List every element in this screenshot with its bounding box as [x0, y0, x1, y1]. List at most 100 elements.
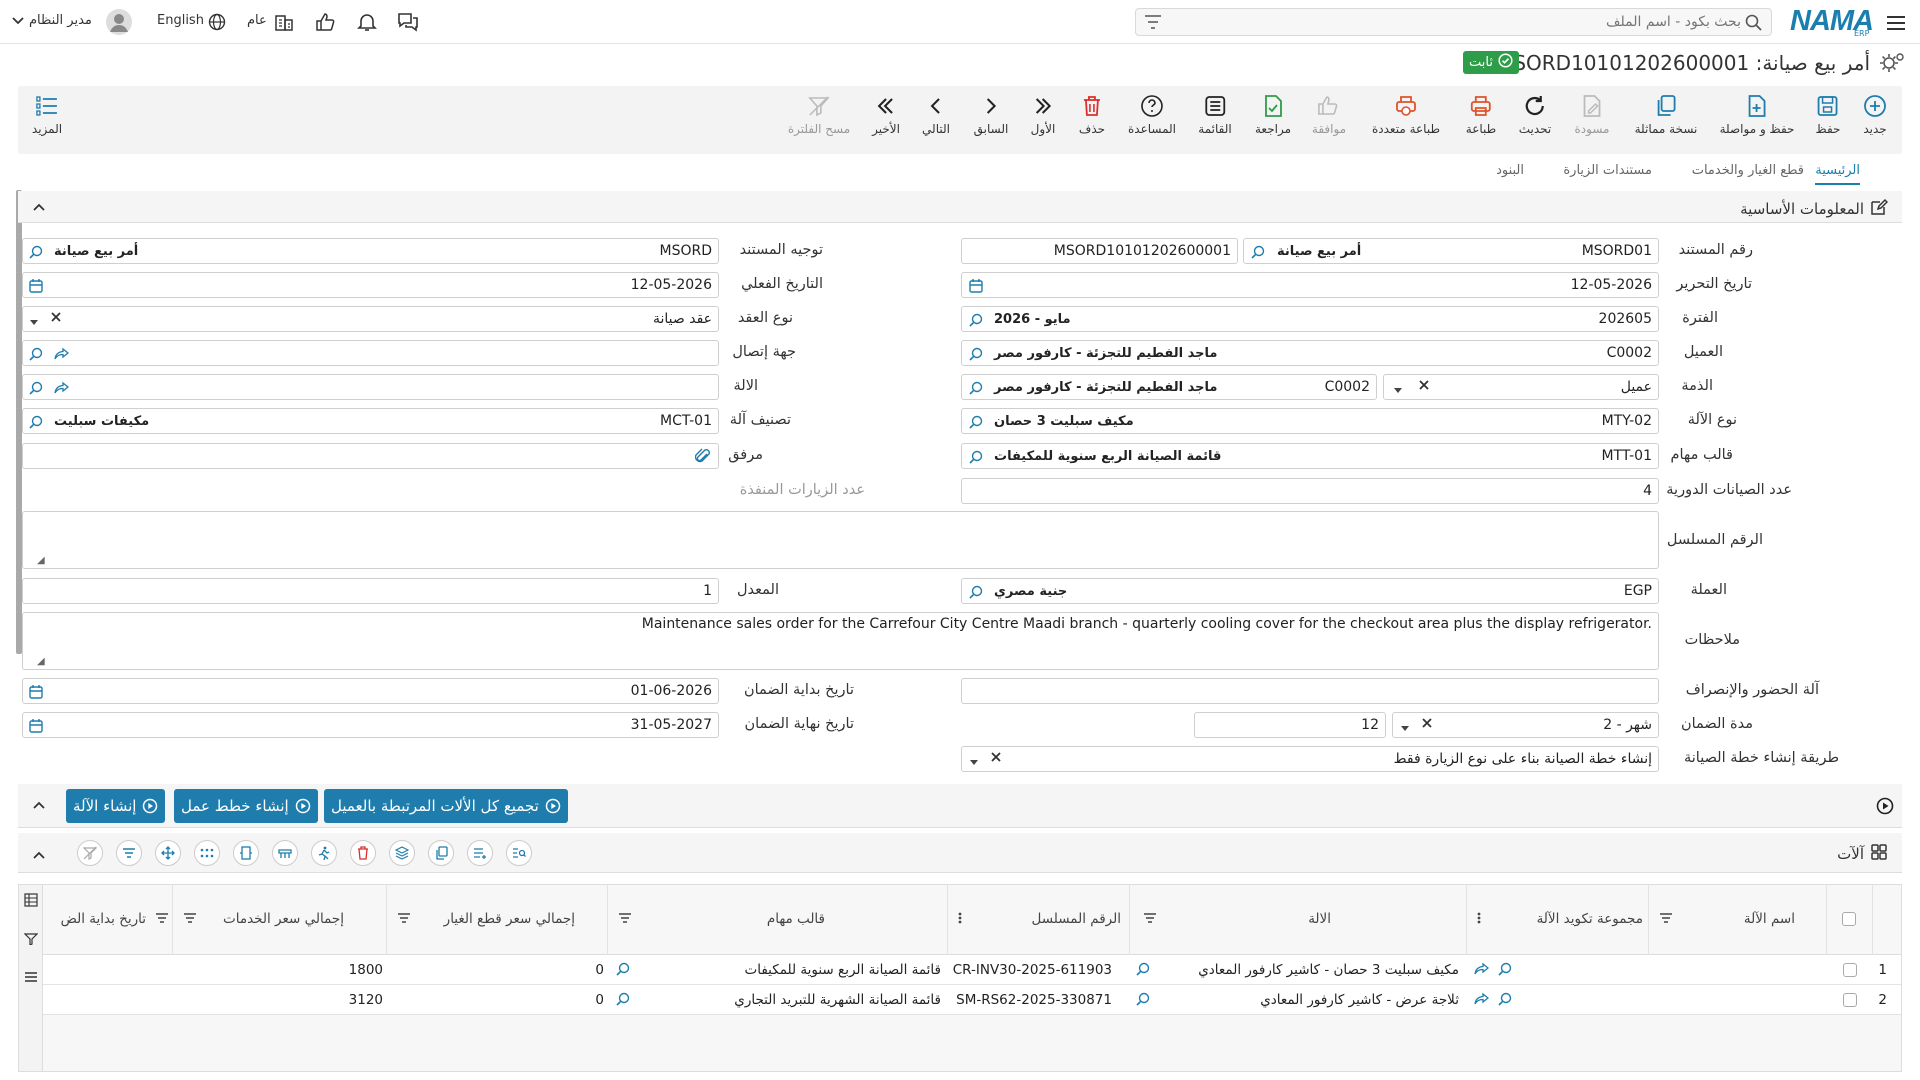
copy-icon[interactable] [428, 840, 454, 866]
attendance-machine-field[interactable] [961, 678, 1659, 704]
resize-handle-icon[interactable]: ◢ [37, 656, 45, 667]
save-continue-button[interactable]: حفظ و مواصلة [1720, 94, 1794, 136]
grid-header-serial[interactable]: الرقم المسلسل [948, 885, 1130, 955]
clear-filter-button[interactable]: مسح الفلترة [788, 94, 850, 136]
create-work-plans-button[interactable]: إنشاء خطط عمل [174, 789, 318, 823]
dots-grid-icon[interactable] [194, 840, 220, 866]
grid-header-machine-name[interactable]: اسم الآلة [1649, 885, 1827, 955]
bell-icon[interactable] [355, 11, 379, 33]
search-list-icon[interactable] [506, 840, 532, 866]
approve-button[interactable]: موافقة [1312, 94, 1346, 136]
row-checkbox[interactable] [1843, 963, 1857, 977]
grid-header-warranty-start[interactable]: تاريخ بداية الض [43, 885, 173, 955]
chevron-up-icon[interactable] [32, 848, 46, 864]
tab-items[interactable]: البنود [1496, 163, 1524, 178]
machine-field[interactable] [22, 374, 719, 400]
chat-icon[interactable] [396, 11, 420, 33]
lookup-icon[interactable] [1497, 991, 1513, 1011]
lookup-icon[interactable] [968, 312, 984, 332]
table-row[interactable]: 2 ثلاجة عرض - كاشير كارفور المعادي SM-RS… [43, 985, 1901, 1015]
lookup-icon[interactable] [968, 449, 984, 469]
period-field[interactable]: 202605 2026 - مايو [961, 306, 1659, 332]
doc-direction-field[interactable]: MSORD أمر بيع صيانة [22, 238, 719, 264]
doc-number-type-field[interactable]: MSORD01 أمر بيع صيانة [1243, 238, 1659, 264]
filter-lines-icon[interactable] [116, 840, 142, 866]
share-icon[interactable] [1473, 991, 1490, 1011]
help-button[interactable]: المساعدة [1128, 94, 1176, 136]
create-machine-button[interactable]: إنشاء الآلة [66, 789, 166, 823]
grid-header-task-template[interactable]: قالب مهام [608, 885, 948, 955]
grid-header-machine-group[interactable]: مجموعة تكويد الآلة [1467, 885, 1649, 955]
machine-type-field[interactable]: MTY-02 مكيف سبليت 3 حصان [961, 408, 1659, 434]
lookup-icon[interactable] [615, 991, 631, 1011]
play-circle-icon[interactable] [1876, 797, 1894, 819]
move-icon[interactable] [155, 840, 181, 866]
language-switch[interactable]: English [157, 13, 204, 28]
attachment-field[interactable] [22, 443, 719, 469]
share-icon[interactable] [53, 380, 70, 400]
search-input[interactable] [1176, 12, 1741, 32]
chevron-down-icon[interactable] [12, 14, 24, 30]
select-all-checkbox[interactable] [1842, 912, 1856, 926]
thumbs-up-icon[interactable] [313, 11, 337, 33]
periodic-count-field[interactable]: 4 [961, 478, 1659, 504]
share-icon[interactable] [53, 346, 70, 366]
refresh-button[interactable]: تحديث [1519, 94, 1551, 136]
currency-field[interactable]: EGP جنية مصري [961, 578, 1659, 604]
dropdown-caret-icon[interactable] [29, 315, 39, 331]
row-checkbox[interactable] [1843, 993, 1857, 1007]
machine-class-field[interactable]: MCT-01 مكيفات سبليت [22, 408, 719, 434]
trash-icon[interactable] [350, 840, 376, 866]
review-button[interactable]: مراجعة [1255, 94, 1291, 136]
run-icon[interactable] [311, 840, 337, 866]
layers-icon[interactable] [389, 840, 415, 866]
calendar-icon[interactable] [28, 718, 44, 738]
grid-header-services-total[interactable]: إجمالي سعر الخدمات [173, 885, 387, 955]
lookup-icon[interactable] [1135, 961, 1151, 981]
paperclip-icon[interactable] [694, 448, 711, 470]
table-insert-icon[interactable] [272, 840, 298, 866]
filter-icon[interactable] [23, 933, 39, 949]
chevron-up-icon[interactable] [32, 200, 46, 216]
dropdown-caret-icon[interactable] [969, 755, 979, 771]
warranty-end-field[interactable]: 31-05-2027 [22, 712, 719, 738]
column-filter-icon[interactable] [183, 912, 197, 928]
account-type-select[interactable]: عميل [1383, 374, 1659, 400]
task-template-field[interactable]: MTT-01 قائمة الصيانة الربع سنوية للمكيفا… [961, 443, 1659, 469]
more-button[interactable]: المزيد [32, 94, 62, 136]
column-menu-icon[interactable] [1477, 912, 1481, 928]
calendar-icon[interactable] [968, 278, 984, 298]
chevron-up-icon[interactable] [32, 798, 46, 814]
lookup-icon[interactable] [968, 346, 984, 366]
customer-field[interactable]: C0002 ماجد الفطيم للتجزئة - كارفور مصر [961, 340, 1659, 366]
actual-date-field[interactable]: 12-05-2026 [22, 272, 719, 298]
notes-textarea[interactable]: Maintenance sales order for the Carrefou… [22, 612, 1659, 670]
multi-print-button[interactable]: طباعة متعددة [1372, 94, 1440, 136]
dropdown-caret-icon[interactable] [1393, 383, 1403, 399]
clear-filter-icon[interactable] [77, 840, 103, 866]
hamburger-icon[interactable] [24, 971, 38, 987]
clear-x-icon[interactable] [1420, 716, 1434, 734]
share-icon[interactable] [1473, 961, 1490, 981]
lookup-icon[interactable] [1497, 961, 1513, 981]
collect-machines-button[interactable]: تجميع كل الألات المرتبطة بالعميل [324, 789, 568, 823]
list-button[interactable]: القائمة [1198, 94, 1232, 136]
basic-info-header[interactable]: المعلومات الأساسية [18, 191, 1902, 223]
table-settings-icon[interactable] [24, 893, 38, 911]
column-filter-icon[interactable] [397, 912, 411, 928]
column-width-icon[interactable] [233, 840, 259, 866]
draft-button[interactable]: مسودة [1575, 94, 1609, 136]
contact-field[interactable] [22, 340, 719, 366]
building-icon[interactable] [272, 11, 296, 33]
clear-x-icon[interactable] [989, 750, 1003, 768]
user-name[interactable]: مدير النظام [29, 13, 92, 28]
contract-type-select[interactable]: عقد صيانة [22, 306, 719, 332]
calendar-icon[interactable] [28, 278, 44, 298]
nama-erp-logo[interactable]: NAMA ERP [1790, 5, 1874, 38]
lookup-icon[interactable] [968, 584, 984, 604]
calendar-icon[interactable] [28, 684, 44, 704]
copy-similar-button[interactable]: نسخة مماثلة [1635, 94, 1697, 136]
globe-icon[interactable] [205, 11, 229, 33]
scope-label[interactable]: عام [247, 13, 267, 28]
next-button[interactable]: التالي [922, 94, 950, 136]
